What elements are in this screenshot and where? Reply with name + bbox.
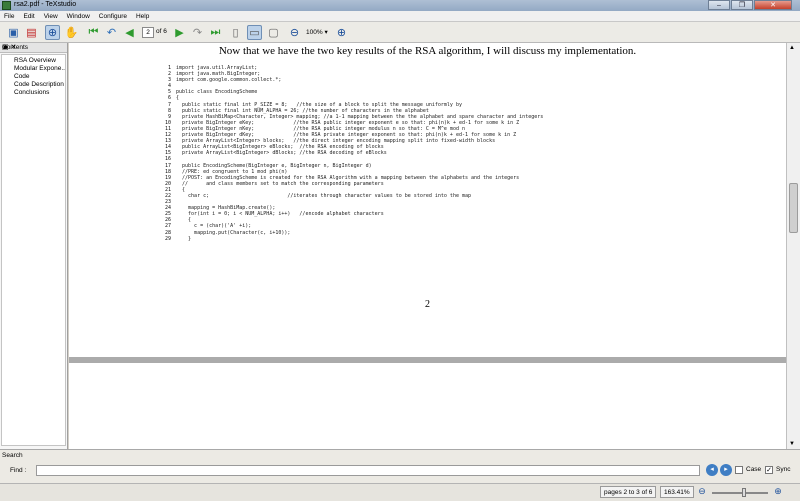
zoom-out-icon[interactable]: ⊖ <box>287 25 302 40</box>
status-zoom-in-icon[interactable]: ⊕ <box>772 485 784 497</box>
zoom-slider[interactable] <box>712 488 768 497</box>
code-text: import java.util.ArrayList; <box>176 65 258 71</box>
texstudio-logo-icon <box>2 1 11 10</box>
window-title: rsa2.pdf - TeXstudio <box>14 1 77 8</box>
page-number-input[interactable]: 2 <box>142 27 154 38</box>
code-text: private BigInteger dKey; //the RSA priva… <box>176 132 517 139</box>
menu-configure[interactable]: Configure <box>99 11 127 21</box>
code-text: { <box>176 217 192 224</box>
page-range-status: pages 2 to 3 of 6 <box>600 486 657 498</box>
search-panel: Search Find : ◂ ▸ Case ✓ Sync <box>0 449 800 483</box>
editor-icon[interactable]: ▣ <box>6 25 21 40</box>
code-text: mapping.put(Character(c, i+10)); <box>176 229 291 236</box>
previous-page-icon[interactable]: ◀ <box>122 25 137 40</box>
search-title: Search <box>2 452 23 459</box>
code-text: //PRE: ed congruent to 1 mod phi(n) <box>176 168 288 175</box>
zoom-value: 100% <box>306 29 323 36</box>
maximize-button[interactable]: ❐ <box>731 0 753 10</box>
code-text: { <box>176 95 180 102</box>
zoom-slider-handle[interactable] <box>742 488 746 497</box>
code-text: public static final int NUM_ALPHA = 26; … <box>176 107 429 114</box>
forward-icon[interactable]: ↷ <box>190 25 205 40</box>
code-text: public static final int P_SIZE = 8; //th… <box>176 101 462 108</box>
menu-view[interactable]: View <box>44 11 58 21</box>
last-page-icon[interactable]: ⏭ <box>208 25 223 40</box>
scroll-up-icon[interactable]: ▲ <box>789 45 795 51</box>
sync-label: Sync <box>776 466 791 473</box>
contents-item-code-description[interactable]: Code Description <box>2 81 65 89</box>
contents-panel: Contents ▣ ✕ RSA Overview Modular Expone… <box>0 43 68 449</box>
status-bar: pages 2 to 3 of 6 163.41% ⊖ ⊕ <box>0 483 800 501</box>
menu-file[interactable]: File <box>4 11 14 21</box>
code-text: public class EncodingScheme <box>176 89 258 96</box>
case-checkbox[interactable] <box>735 466 743 474</box>
code-text: mapping = HashBiMap.create(); <box>176 205 276 212</box>
code-text: private HashBiMap<Character, Integer> ma… <box>176 113 544 120</box>
chevron-down-icon: ▾ <box>324 29 328 36</box>
pdf-page: Now that we have the two key results of … <box>69 43 786 357</box>
find-label: Find : <box>10 467 27 474</box>
contents-item-conclusions[interactable]: Conclusions <box>2 89 65 97</box>
vertical-scrollbar[interactable]: ▲ ▼ <box>786 43 800 449</box>
contents-item-code[interactable]: Code <box>2 73 65 81</box>
zoom-select[interactable]: 100% ▾ <box>306 28 328 36</box>
pdf-page-next <box>69 363 786 449</box>
toolbar: ▣ ▤ ⊕ ✋ ⏮ ↶ ◀ 2 of 6 ▶ ↷ ⏭ ▯ ▭ ▢ ⊖ 100% … <box>0 22 800 43</box>
line-number: 29 <box>164 235 171 242</box>
code-line: 29 } <box>161 236 543 242</box>
minimize-button[interactable]: – <box>708 0 730 10</box>
code-text: import java.math.BigInteger; <box>176 71 261 78</box>
menu-bar: File Edit View Window Configure Help <box>0 11 800 22</box>
scroll-down-icon[interactable]: ▼ <box>789 441 795 447</box>
continuous-icon[interactable]: ▭ <box>247 25 262 40</box>
code-text: public EncodingScheme(BigInteger e, BigI… <box>176 162 372 169</box>
code-text: { <box>176 186 186 193</box>
code-text: } <box>176 235 192 242</box>
zoom-in-icon[interactable]: ⊕ <box>334 25 349 40</box>
menu-edit[interactable]: Edit <box>23 11 34 21</box>
code-text: import com.google.common.collect.*; <box>176 77 282 84</box>
code-text: for(int i = 0; i < NUM_ALPHA; i++) //enc… <box>176 211 384 218</box>
sync-checkbox[interactable]: ✓ <box>765 466 773 474</box>
code-text: public ArrayList<BigInteger> eBlocks; //… <box>176 144 384 151</box>
page-number: 2 <box>425 299 430 310</box>
back-icon[interactable]: ↶ <box>104 25 119 40</box>
code-listing: 1 import java.util.ArrayList; 2 import java… <box>161 65 543 242</box>
panel-controls[interactable]: ▣ ✕ <box>2 43 65 51</box>
page-count-label: of 6 <box>156 28 167 35</box>
code-text: private ArrayList<Integer> blocks; //the… <box>176 138 496 145</box>
code-text: char c; //iterates through character val… <box>176 192 472 199</box>
title-bar: rsa2.pdf - TeXstudio – ❐ ✕ <box>0 0 800 11</box>
single-page-icon[interactable]: ▯ <box>228 25 243 40</box>
contents-list: RSA Overview Modular Expone... Code Code… <box>1 54 66 446</box>
status-zoom-out-icon[interactable]: ⊖ <box>696 485 708 497</box>
code-text: private BigInteger nKey; //the RSA publi… <box>176 125 465 132</box>
find-input[interactable] <box>36 465 700 476</box>
pdf-icon[interactable]: ▤ <box>24 25 39 40</box>
contents-item-rsa-overview[interactable]: RSA Overview <box>2 57 65 65</box>
menu-window[interactable]: Window <box>67 11 90 21</box>
contents-item-modular-exponentiation[interactable]: Modular Expone... <box>2 65 65 73</box>
code-text: //POST: an EncodingScheme is created for… <box>176 174 520 181</box>
code-text: private BigInteger eKey; //the RSA publi… <box>176 119 520 126</box>
code-text: c = (char)('A' +i); <box>176 223 252 230</box>
next-page-icon[interactable]: ▶ <box>172 25 187 40</box>
find-previous-icon[interactable]: ◂ <box>706 464 718 476</box>
hand-icon[interactable]: ✋ <box>64 25 79 40</box>
paragraph-text: Now that we have the two key results of … <box>218 45 637 57</box>
code-text: // and class members set to match the co… <box>176 180 384 187</box>
fit-width-icon[interactable]: ▢ <box>266 25 281 40</box>
magnifier-icon[interactable]: ⊕ <box>45 25 60 40</box>
scrollbar-thumb[interactable] <box>789 183 798 233</box>
first-page-icon[interactable]: ⏮ <box>86 25 101 40</box>
menu-help[interactable]: Help <box>136 11 149 21</box>
close-button[interactable]: ✕ <box>754 0 792 10</box>
zoom-status: 163.41% <box>660 486 694 498</box>
case-label: Case <box>746 466 762 473</box>
pdf-viewer[interactable]: Now that we have the two key results of … <box>69 43 786 449</box>
code-text: private ArrayList<BigInteger> dBlocks; /… <box>176 150 387 157</box>
find-next-icon[interactable]: ▸ <box>720 464 732 476</box>
